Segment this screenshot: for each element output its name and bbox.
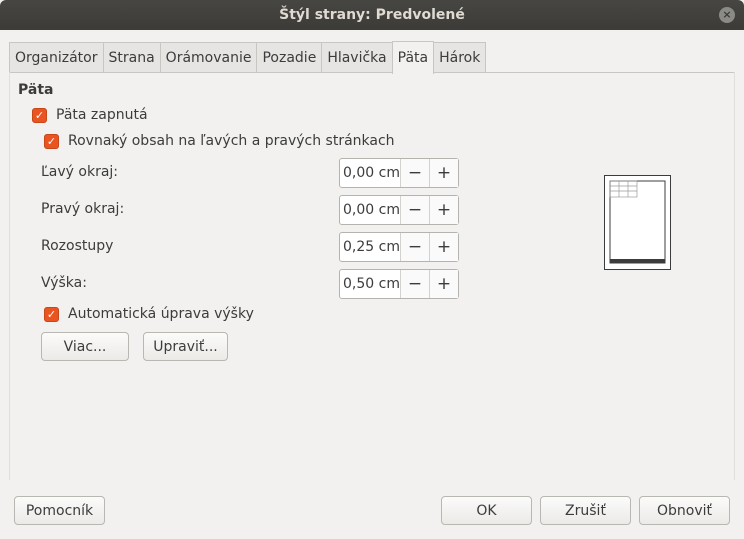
footer-on-checkbox[interactable]: ✓ Päta zapnutá: [32, 107, 148, 123]
checkbox-checked-icon: ✓: [44, 306, 59, 322]
page-preview-graphic: [609, 180, 666, 264]
height-label: Výška:: [41, 275, 87, 291]
tab-header[interactable]: Hlavička: [321, 42, 393, 73]
tab-bar: Organizátor Strana Orámovanie Pozadie Hl…: [9, 40, 487, 74]
spacing-label: Rozostupy: [41, 238, 114, 254]
decrement-button[interactable]: −: [400, 270, 429, 298]
height-spinner: 0,50 cm − +: [339, 269, 459, 299]
tab-footer[interactable]: Päta: [391, 41, 435, 74]
more-button[interactable]: Viac...: [41, 332, 129, 361]
tab-borders[interactable]: Orámovanie: [159, 42, 258, 73]
close-icon[interactable]: ×: [719, 7, 735, 23]
height-input[interactable]: 0,50 cm: [340, 270, 400, 298]
ok-button[interactable]: OK: [441, 496, 532, 525]
increment-button[interactable]: +: [429, 270, 458, 298]
increment-button[interactable]: +: [429, 233, 458, 261]
autofit-height-checkbox[interactable]: ✓ Automatická úprava výšky: [44, 306, 254, 322]
checkbox-checked-icon: ✓: [32, 107, 47, 123]
window-title: Štýl strany: Predvolené: [279, 7, 465, 23]
checkbox-checked-icon: ✓: [44, 133, 59, 149]
decrement-button[interactable]: −: [400, 196, 429, 224]
left-margin-spinner: 0,00 cm − +: [339, 158, 459, 188]
same-content-checkbox[interactable]: ✓ Rovnaký obsah na ľavých a pravých strá…: [44, 133, 395, 149]
right-margin-spinner: 0,00 cm − +: [339, 195, 459, 225]
title-bar: Štýl strany: Predvolené ×: [0, 0, 744, 30]
reset-button[interactable]: Obnoviť: [639, 496, 730, 525]
tab-background[interactable]: Pozadie: [256, 42, 323, 73]
spacing-spinner: 0,25 cm − +: [339, 232, 459, 262]
help-button[interactable]: Pomocník: [14, 496, 105, 525]
autofit-height-label: Automatická úprava výšky: [68, 306, 254, 322]
right-margin-input[interactable]: 0,00 cm: [340, 196, 400, 224]
tab-organizer[interactable]: Organizátor: [9, 42, 104, 73]
section-title: Päta: [18, 82, 54, 98]
tab-sheet[interactable]: Hárok: [433, 42, 487, 73]
right-margin-label: Pravý okraj:: [41, 201, 125, 217]
decrement-button[interactable]: −: [400, 233, 429, 261]
increment-button[interactable]: +: [429, 159, 458, 187]
increment-button[interactable]: +: [429, 196, 458, 224]
footer-on-label: Päta zapnutá: [56, 107, 148, 123]
edit-button[interactable]: Upraviť...: [143, 332, 228, 361]
footer-preview: [604, 175, 671, 270]
left-margin-label: Ľavý okraj:: [41, 164, 119, 180]
spacing-input[interactable]: 0,25 cm: [340, 233, 400, 261]
cancel-button[interactable]: Zrušiť: [540, 496, 631, 525]
left-margin-input[interactable]: 0,00 cm: [340, 159, 400, 187]
decrement-button[interactable]: −: [400, 159, 429, 187]
same-content-label: Rovnaký obsah na ľavých a pravých stránk…: [68, 133, 395, 149]
tab-page[interactable]: Strana: [102, 42, 161, 73]
